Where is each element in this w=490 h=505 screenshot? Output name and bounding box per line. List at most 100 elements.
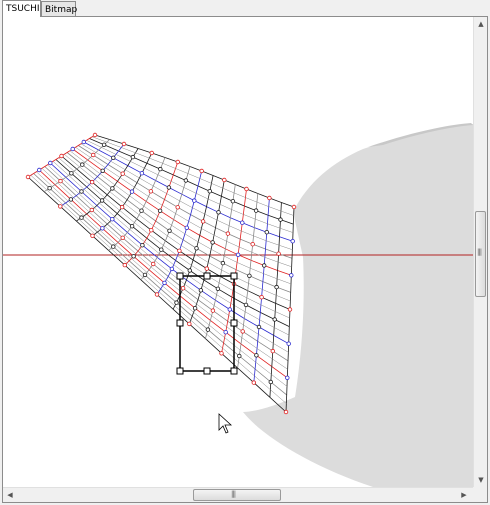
- mesh-control-point[interactable]: [111, 155, 116, 160]
- mesh-control-point[interactable]: [166, 185, 172, 190]
- mesh-control-point[interactable]: [90, 233, 95, 238]
- mesh-control-point[interactable]: [120, 235, 125, 240]
- mesh-control-point[interactable]: [272, 317, 277, 322]
- mesh-control-point[interactable]: [230, 198, 236, 204]
- mesh-control-point[interactable]: [119, 204, 125, 210]
- mesh-control-point[interactable]: [25, 174, 31, 180]
- mesh-control-point[interactable]: [110, 186, 115, 191]
- scroll-up-arrow-icon[interactable]: ▲: [474, 17, 488, 31]
- mesh-control-point[interactable]: [89, 207, 94, 213]
- mesh-control-point[interactable]: [142, 272, 148, 278]
- mesh-control-point[interactable]: [99, 198, 105, 203]
- tab-tsuchi[interactable]: TSUCHI: [2, 0, 41, 17]
- tab-bitmap[interactable]: Bitmap: [41, 1, 77, 16]
- mesh-canvas[interactable]: [3, 17, 473, 487]
- mesh-control-point[interactable]: [139, 170, 145, 176]
- mesh-control-point[interactable]: [69, 171, 74, 176]
- mesh-control-point[interactable]: [92, 132, 98, 138]
- mesh-control-point[interactable]: [58, 204, 63, 209]
- mesh-control-point[interactable]: [139, 208, 144, 213]
- mesh-control-point[interactable]: [157, 208, 163, 213]
- mesh-control-point[interactable]: [187, 321, 192, 327]
- mesh-control-point[interactable]: [100, 226, 105, 231]
- mesh-control-point[interactable]: [227, 307, 232, 312]
- mesh-control-point[interactable]: [59, 153, 64, 159]
- mesh-control-point[interactable]: [100, 168, 105, 173]
- selection-handle-bl[interactable]: [176, 367, 184, 375]
- mesh-control-point[interactable]: [140, 242, 145, 248]
- mesh-control-point[interactable]: [79, 215, 84, 220]
- mesh-control-point[interactable]: [101, 142, 107, 147]
- mesh-control-point[interactable]: [154, 292, 160, 297]
- mesh-control-point[interactable]: [131, 254, 136, 259]
- mesh-control-point[interactable]: [89, 179, 95, 185]
- mesh-control-point[interactable]: [204, 266, 209, 271]
- mesh-control-point[interactable]: [110, 216, 115, 222]
- mesh-control-point[interactable]: [81, 139, 86, 145]
- mesh-control-point[interactable]: [47, 185, 52, 191]
- mesh-control-point[interactable]: [194, 246, 199, 251]
- mesh-control-point[interactable]: [162, 280, 167, 286]
- mesh-control-point[interactable]: [270, 348, 275, 354]
- mesh-control-point[interactable]: [256, 324, 262, 330]
- mesh-control-point[interactable]: [79, 189, 84, 194]
- mesh-control-point[interactable]: [251, 380, 256, 385]
- mesh-control-point[interactable]: [287, 307, 293, 312]
- vertical-scroll-thumb[interactable]: |||: [475, 211, 486, 297]
- mesh-control-point[interactable]: [200, 219, 206, 224]
- mesh-control-point[interactable]: [267, 195, 272, 201]
- mesh-control-point[interactable]: [198, 288, 204, 293]
- mesh-control-point[interactable]: [207, 188, 212, 194]
- selection-handle-tr[interactable]: [230, 272, 238, 280]
- mesh-control-point[interactable]: [174, 300, 179, 305]
- scroll-left-arrow-icon[interactable]: ◀: [3, 488, 17, 502]
- mesh-control-point[interactable]: [290, 238, 295, 244]
- mesh-control-point[interactable]: [244, 186, 249, 192]
- scroll-down-arrow-icon[interactable]: ▼: [474, 473, 488, 487]
- mesh-control-point[interactable]: [192, 306, 198, 311]
- selection-handle-tl[interactable]: [176, 272, 184, 280]
- mesh-control-point[interactable]: [283, 409, 289, 415]
- mesh-control-point[interactable]: [199, 168, 204, 174]
- mesh-control-point[interactable]: [48, 160, 53, 166]
- mesh-control-point[interactable]: [291, 204, 297, 210]
- mesh-control-point[interactable]: [159, 247, 164, 252]
- mesh-control-point[interactable]: [175, 159, 180, 165]
- mesh-control-point[interactable]: [111, 244, 116, 249]
- mesh-control-point[interactable]: [80, 162, 85, 167]
- mesh-control-point[interactable]: [262, 263, 267, 268]
- mesh-control-point[interactable]: [183, 178, 189, 183]
- selection-handle-mr[interactable]: [230, 319, 238, 327]
- canvas-viewport[interactable]: [3, 17, 473, 487]
- mesh-control-point[interactable]: [121, 141, 127, 147]
- mesh-control-point[interactable]: [223, 330, 228, 335]
- mesh-control-point[interactable]: [187, 268, 192, 273]
- mesh-control-point[interactable]: [286, 341, 291, 346]
- mesh-control-point[interactable]: [225, 231, 231, 236]
- mesh-control-point[interactable]: [149, 227, 154, 233]
- selection-handle-tm[interactable]: [203, 272, 211, 280]
- mesh-control-point[interactable]: [205, 327, 211, 332]
- mesh-control-point[interactable]: [148, 189, 154, 194]
- mesh-control-point[interactable]: [264, 229, 269, 235]
- mesh-control-point[interactable]: [175, 205, 180, 210]
- mesh-control-point[interactable]: [247, 273, 252, 278]
- selection-handle-bm[interactable]: [203, 367, 211, 375]
- mesh-control-point[interactable]: [240, 220, 245, 225]
- mesh-control-point[interactable]: [274, 284, 279, 290]
- mesh-control-point[interactable]: [219, 351, 224, 356]
- mesh-control-point[interactable]: [254, 353, 259, 358]
- mesh-control-point[interactable]: [90, 152, 96, 158]
- mesh-control-point[interactable]: [235, 252, 241, 257]
- mesh-control-point[interactable]: [276, 251, 281, 256]
- mesh-control-point[interactable]: [70, 146, 75, 152]
- vertical-scrollbar[interactable]: ▲ ||| ▼: [473, 17, 487, 487]
- mesh-control-point[interactable]: [253, 208, 259, 213]
- mesh-control-point[interactable]: [289, 273, 294, 278]
- mesh-control-point[interactable]: [37, 167, 42, 173]
- mesh-control-point[interactable]: [259, 295, 264, 300]
- mesh-control-point[interactable]: [169, 266, 175, 272]
- mesh-control-point[interactable]: [122, 262, 127, 268]
- horizontal-scroll-thumb[interactable]: |||: [193, 489, 281, 501]
- mesh-control-point[interactable]: [184, 225, 189, 230]
